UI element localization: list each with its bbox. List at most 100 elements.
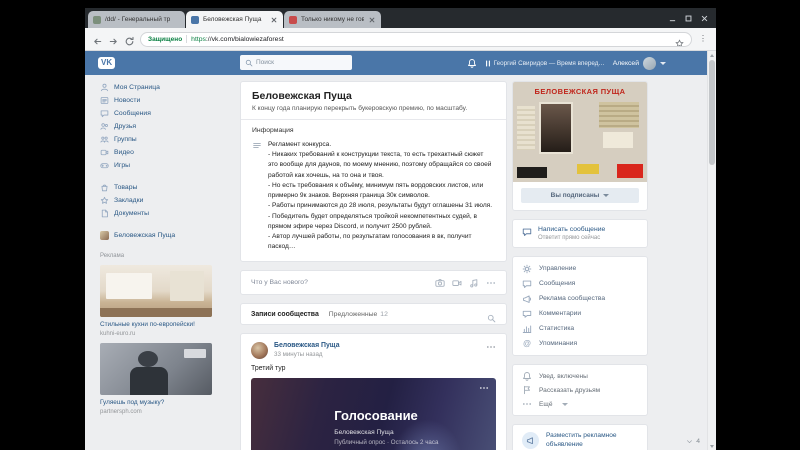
menu-label: Сообщения bbox=[539, 280, 576, 287]
right-column: БЕЛОВЕЖСКАЯ ПУЩА Вы подписаны Написать с… bbox=[512, 81, 648, 450]
header-user-menu[interactable]: Алексей bbox=[612, 56, 666, 70]
more-icon[interactable] bbox=[486, 278, 496, 288]
now-playing[interactable]: Георгий Свиридов — Время вперед… bbox=[485, 60, 605, 67]
more-actions[interactable]: Ещё bbox=[513, 397, 647, 411]
poll-author: Беловежская Пуща bbox=[334, 429, 394, 437]
sidebar-item-market[interactable]: Товары bbox=[100, 181, 222, 194]
browser-tab-3[interactable]: Только никому не гово bbox=[284, 11, 381, 28]
back-icon[interactable] bbox=[92, 34, 103, 45]
tab-close-icon[interactable] bbox=[270, 16, 278, 24]
browser-menu-icon[interactable]: ⋮ bbox=[697, 35, 709, 43]
subscribed-button[interactable]: Вы подписаны bbox=[521, 188, 639, 203]
page-scrollbar[interactable] bbox=[707, 51, 716, 450]
now-playing-track: Георгий Свиридов — Время вперед… bbox=[493, 59, 605, 67]
camera-icon[interactable] bbox=[435, 278, 445, 288]
wall-search-icon[interactable] bbox=[487, 310, 496, 323]
tell-friends-action[interactable]: Рассказать друзьям bbox=[513, 383, 647, 397]
ad-image[interactable] bbox=[100, 265, 212, 317]
vk-logo[interactable]: VK bbox=[98, 57, 116, 69]
market-icon bbox=[100, 183, 109, 192]
sidebar-label: Товары bbox=[114, 184, 138, 191]
search-icon bbox=[245, 59, 253, 67]
scroll-up-icon[interactable] bbox=[708, 51, 716, 59]
tab-suggested[interactable]: Предложенные 12 bbox=[329, 311, 388, 318]
reload-icon[interactable] bbox=[124, 34, 135, 45]
new-posts-indicator[interactable]: 4 bbox=[686, 438, 700, 445]
tab-community-posts[interactable]: Записи сообщества bbox=[251, 311, 319, 318]
arrow-down-icon bbox=[686, 438, 693, 445]
minimize-icon[interactable] bbox=[664, 8, 680, 28]
menu-item-messages[interactable]: Сообщения bbox=[513, 276, 647, 291]
menu-item-community-ads[interactable]: Реклама сообщества bbox=[513, 291, 647, 306]
post-author-link[interactable]: Беловежская Пуща bbox=[274, 342, 340, 349]
community-status[interactable]: К концу года планирую перекрыть букеровс… bbox=[252, 105, 495, 112]
menu-item-comments[interactable]: Комментарии bbox=[513, 306, 647, 321]
ad-block-music[interactable]: Гуляешь под музыку? partnersph.com bbox=[100, 343, 222, 415]
post-more-icon[interactable] bbox=[486, 342, 496, 352]
sidebar-item-community[interactable]: Беловежская Пуща bbox=[100, 229, 222, 242]
cover-collage-shape bbox=[517, 167, 547, 178]
sidebar-item-news[interactable]: Новости bbox=[100, 94, 222, 107]
poll-attachment[interactable]: Голосование Беловежская Пуща Публичный о… bbox=[251, 378, 496, 450]
community-card: БЕЛОВЕЖСКАЯ ПУЩА Вы подписаны bbox=[512, 81, 648, 211]
address-bar[interactable]: Защищено https://vk.com/bialowiezaforest bbox=[140, 31, 692, 47]
menu-label: Комментарии bbox=[539, 310, 582, 317]
videocam-icon[interactable] bbox=[452, 278, 462, 288]
place-ad-card[interactable]: Разместить рекламное объявление bbox=[512, 424, 648, 450]
security-label[interactable]: Защищено bbox=[148, 36, 182, 43]
close-icon[interactable] bbox=[696, 8, 712, 28]
scroll-down-icon[interactable] bbox=[708, 442, 716, 450]
tab-title: Беловежская Пуща bbox=[203, 16, 262, 23]
sidebar-item-documents[interactable]: Документы bbox=[100, 207, 222, 220]
ad-title[interactable]: Гуляешь под музыку? bbox=[100, 399, 222, 407]
groups-icon bbox=[100, 135, 109, 144]
ad-image-shape bbox=[184, 349, 206, 358]
ads-section-label: Реклама bbox=[100, 253, 125, 259]
sidebar-item-groups[interactable]: Группы bbox=[100, 133, 222, 146]
ad-title[interactable]: Стильные кухни по-европейски! bbox=[100, 321, 222, 329]
forward-icon[interactable] bbox=[108, 34, 119, 45]
user-name: Алексей bbox=[612, 59, 639, 67]
ad-block-kitchen[interactable]: Стильные кухни по-европейски! kuhni-euro… bbox=[100, 265, 222, 337]
scrollbar-thumb[interactable] bbox=[709, 60, 715, 165]
bookmark-star-icon[interactable] bbox=[675, 35, 684, 46]
maximize-icon[interactable] bbox=[680, 8, 696, 28]
browser-tab-1[interactable]: /dd/ - Генеральный тр bbox=[88, 11, 185, 28]
post-composer[interactable]: Что у Вас нового? bbox=[240, 270, 507, 296]
sidebar-item-games[interactable]: Игры bbox=[100, 159, 222, 172]
write-message-link[interactable]: Написать сообщение bbox=[538, 226, 605, 233]
new-posts-count: 4 bbox=[696, 438, 700, 445]
poll-more-icon[interactable] bbox=[479, 383, 489, 393]
notifications-toggle[interactable]: Увед. включены bbox=[513, 369, 647, 383]
search-input[interactable] bbox=[256, 59, 347, 66]
sidebar-item-bookmarks[interactable]: Закладки bbox=[100, 194, 222, 207]
sidebar-item-my-page[interactable]: Моя Страница bbox=[100, 81, 222, 94]
bell-icon[interactable] bbox=[467, 58, 477, 68]
page-title: Беловежская Пуща bbox=[252, 90, 352, 102]
vk-top-bar: VK Георгий Свиридов — Время вперед… Алек… bbox=[85, 51, 716, 75]
menu-item-stats[interactable]: Статистика bbox=[513, 321, 647, 336]
info-section-label[interactable]: Информация bbox=[252, 127, 495, 134]
sidebar-item-friends[interactable]: Друзья bbox=[100, 120, 222, 133]
post-author-avatar[interactable] bbox=[251, 342, 268, 360]
browser-tab-2-active[interactable]: Беловежская Пуща bbox=[186, 11, 283, 28]
tab-favicon bbox=[191, 15, 199, 24]
chevron-down-icon bbox=[660, 61, 666, 65]
music-icon[interactable] bbox=[469, 278, 479, 288]
video-icon bbox=[100, 148, 109, 157]
composer-placeholder[interactable]: Что у Вас нового? bbox=[251, 279, 308, 286]
ad-circle-icon bbox=[522, 432, 539, 450]
menu-item-manage[interactable]: Управление bbox=[513, 261, 647, 276]
tab-close-icon[interactable] bbox=[368, 16, 376, 24]
community-cover[interactable]: БЕЛОВЕЖСКАЯ ПУЩА bbox=[513, 82, 647, 182]
sidebar-item-video[interactable]: Видео bbox=[100, 146, 222, 159]
menu-item-mentions[interactable]: @ Упоминания bbox=[513, 336, 647, 351]
message-bubble-icon bbox=[522, 227, 532, 237]
post-timestamp[interactable]: 33 минуты назад bbox=[274, 351, 340, 358]
url-text[interactable]: https://vk.com/bialowiezaforest bbox=[191, 36, 671, 43]
vk-search[interactable] bbox=[240, 55, 352, 70]
ad-image[interactable] bbox=[100, 343, 212, 395]
sidebar-item-messages[interactable]: Сообщения bbox=[100, 107, 222, 120]
place-ad-link[interactable]: Разместить рекламное объявление bbox=[546, 432, 638, 449]
cover-collage-shape bbox=[577, 164, 599, 174]
